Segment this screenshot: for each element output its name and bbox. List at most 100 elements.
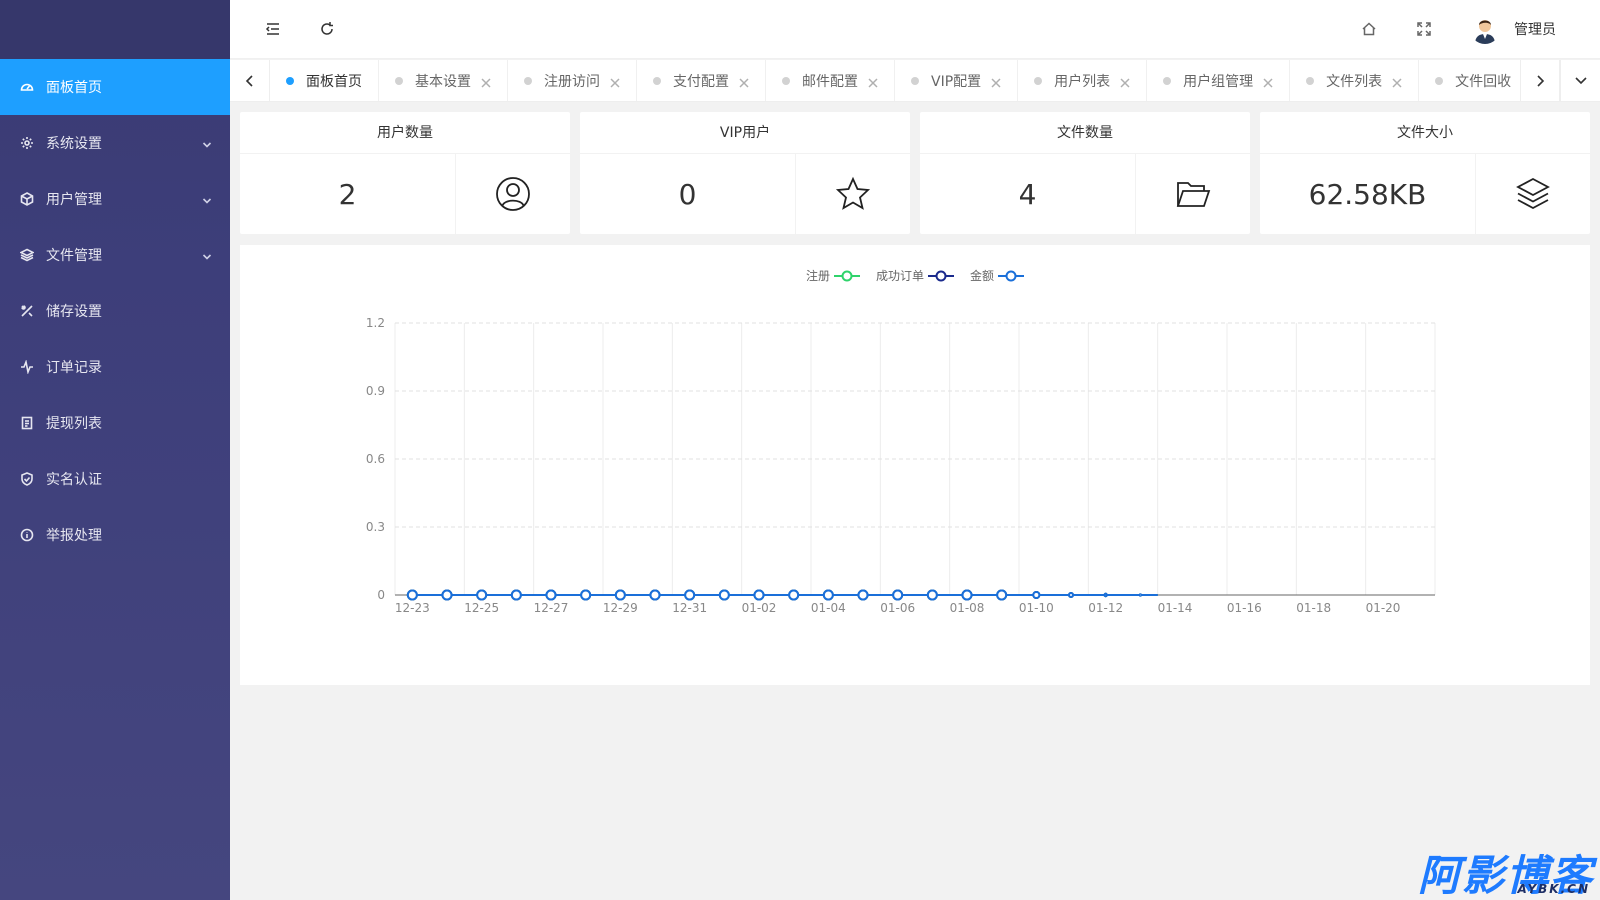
data-point xyxy=(753,589,765,601)
tab-1[interactable]: 基本设置 xyxy=(379,60,508,101)
data-point xyxy=(788,589,800,601)
close-icon[interactable] xyxy=(481,76,491,88)
data-point xyxy=(996,589,1008,601)
stat-card: VIP用户 0 xyxy=(580,112,910,234)
sidebar-item-label: 用户管理 xyxy=(46,192,102,208)
stat-card: 文件大小 62.58KB xyxy=(1260,112,1590,234)
tab-2[interactable]: 注册访问 xyxy=(508,60,637,101)
data-point xyxy=(1032,591,1041,599)
stat-card-value: 0 xyxy=(580,154,796,234)
close-icon[interactable] xyxy=(610,76,620,88)
data-point xyxy=(892,589,904,601)
close-icon[interactable] xyxy=(991,76,1001,88)
legend-label: 金额 xyxy=(970,269,995,283)
sidebar-logo-area xyxy=(0,0,230,59)
legend-swatch xyxy=(928,270,954,281)
list-doc-icon xyxy=(20,416,34,430)
tools-icon xyxy=(20,304,34,318)
tab-label: 文件回收 xyxy=(1455,73,1512,90)
data-point xyxy=(857,589,869,601)
data-point xyxy=(476,589,488,601)
sidebar-item-1[interactable]: 系统设置 xyxy=(0,115,230,171)
x-tick-label: 12-29 xyxy=(603,601,638,615)
tab-menu-dropdown-button[interactable] xyxy=(1560,60,1600,101)
tab-label: 注册访问 xyxy=(544,73,600,90)
username[interactable]: 管理员 xyxy=(1514,19,1556,39)
legend-item[interactable]: 金额 xyxy=(970,267,1025,284)
x-tick-label: 01-10 xyxy=(1019,601,1054,615)
tab-label: 支付配置 xyxy=(673,73,729,90)
tab-6[interactable]: 用户列表 xyxy=(1018,60,1148,101)
tab-7[interactable]: 用户组管理 xyxy=(1147,60,1291,101)
sidebar-item-5[interactable]: 订单记录 xyxy=(0,339,230,395)
chart-panel: 0 0.3 0.6 0.9 1.2 12-23 12-25 12-27 12-29 12-31 01… xyxy=(240,245,1590,685)
tab-status-dot xyxy=(1306,76,1315,85)
sidebar-item-6[interactable]: 提现列表 xyxy=(0,395,230,451)
legend-item[interactable]: 成功订单 xyxy=(876,267,954,284)
stat-card-title: 文件大小 xyxy=(1260,112,1590,154)
close-icon[interactable] xyxy=(868,76,878,88)
cube-icon xyxy=(20,192,34,206)
tab-5[interactable]: VIP配置 xyxy=(895,60,1019,101)
tab-8[interactable]: 文件列表 xyxy=(1290,60,1420,101)
sidebar-item-3[interactable]: 文件管理 xyxy=(0,227,230,283)
sidebar-item-label: 面板首页 xyxy=(46,80,102,96)
x-tick-label: 01-16 xyxy=(1227,601,1262,615)
dashboard-icon xyxy=(20,80,34,94)
line-chart: 0 0.3 0.6 0.9 1.2 12-23 12-25 12-27 12-29 12-31 01… xyxy=(366,316,1436,615)
tab-4[interactable]: 邮件配置 xyxy=(766,60,895,101)
sidebar-menu: 面板首页系统设置用户管理文件管理储存设置订单记录提现列表实名认证举报处理 xyxy=(0,59,230,563)
tab-label: 基本设置 xyxy=(415,73,471,90)
watermark-domain: AYBK.CN xyxy=(1517,882,1590,896)
y-tick-label: 0.9 xyxy=(366,384,385,398)
sidebar-item-4[interactable]: 储存设置 xyxy=(0,283,230,339)
x-tick-label: 01-06 xyxy=(880,601,915,615)
data-point xyxy=(1068,592,1074,598)
tab-status-dot xyxy=(1435,76,1444,85)
watermark-logo: 阿影博客 AYBK.CN xyxy=(1418,854,1594,898)
tab-status-dot xyxy=(911,76,919,85)
tab-label: VIP配置 xyxy=(931,73,982,90)
sidebar-item-label: 文件管理 xyxy=(46,248,102,264)
chevron-down-icon xyxy=(202,250,212,260)
stat-card: 用户数量 2 xyxy=(240,112,570,234)
sidebar-item-0[interactable]: 面板首页 xyxy=(0,59,230,115)
sidebar-item-2[interactable]: 用户管理 xyxy=(0,171,230,227)
home-icon[interactable] xyxy=(1358,18,1380,40)
pulse-icon xyxy=(20,360,34,374)
tab-scroll-right-button[interactable] xyxy=(1520,60,1560,101)
sidebar-item-label: 提现列表 xyxy=(46,416,102,432)
top-header: 管理员 xyxy=(230,0,1600,59)
sidebar-item-8[interactable]: 举报处理 xyxy=(0,507,230,563)
tab-scroll-left-button[interactable] xyxy=(230,60,270,101)
menu-collapse-icon[interactable] xyxy=(262,18,284,40)
chevron-down-icon xyxy=(202,138,212,148)
tab-strip: 面板首页 基本设置 注册访问 支付配置 邮件配置 VIP配置 用户列表 用户组管理 文件列表 文件… xyxy=(270,60,1520,101)
layers-icon xyxy=(1476,154,1590,234)
data-point xyxy=(718,589,730,601)
legend-label: 注册 xyxy=(805,269,830,283)
sidebar-item-7[interactable]: 实名认证 xyxy=(0,451,230,507)
tab-status-dot xyxy=(1034,76,1043,85)
stat-card-title: 文件数量 xyxy=(920,112,1250,154)
close-icon[interactable] xyxy=(1263,76,1273,88)
avatar[interactable] xyxy=(1470,14,1500,44)
star-icon xyxy=(796,154,910,234)
tab-3[interactable]: 支付配置 xyxy=(637,60,766,101)
stat-card: 文件数量 4 xyxy=(920,112,1250,234)
refresh-icon[interactable] xyxy=(316,18,338,40)
close-icon[interactable] xyxy=(1120,76,1130,88)
close-icon[interactable] xyxy=(739,76,749,88)
close-icon[interactable] xyxy=(1392,76,1402,88)
x-tick-label: 01-12 xyxy=(1088,601,1123,615)
sidebar-item-label: 储存设置 xyxy=(46,304,102,320)
legend-swatch xyxy=(998,270,1025,281)
sidebar-item-label: 举报处理 xyxy=(46,528,102,544)
chevron-down-icon xyxy=(202,194,212,204)
tab-9[interactable]: 文件回收 xyxy=(1419,60,1520,101)
legend-item[interactable]: 注册 xyxy=(806,267,860,284)
data-point xyxy=(614,589,626,601)
legend-label: 成功订单 xyxy=(875,269,924,283)
tab-0[interactable]: 面板首页 xyxy=(270,60,379,101)
fullscreen-icon[interactable] xyxy=(1413,18,1435,40)
